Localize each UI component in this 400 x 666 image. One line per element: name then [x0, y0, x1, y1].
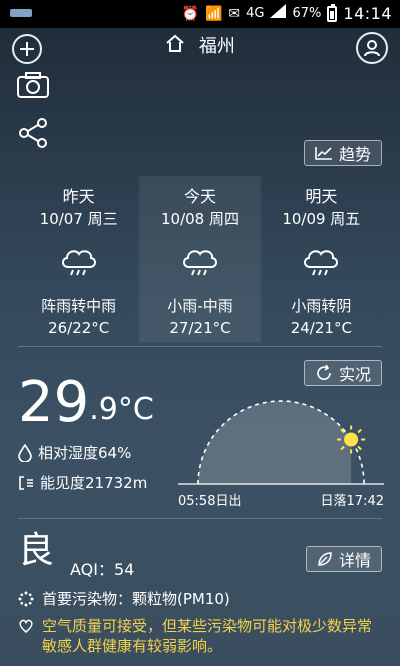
- notification-icon: [10, 5, 32, 17]
- leaf-icon: [318, 552, 332, 566]
- detail-label: 详情: [338, 551, 371, 570]
- temp-decimal: .9°C: [89, 392, 154, 427]
- rain-cloud-icon: [304, 250, 339, 276]
- divider: [18, 518, 382, 519]
- pollutant-text: 首要污染物：颗粒物(PM10): [42, 590, 230, 608]
- trend-chart-icon: [315, 147, 332, 160]
- day-temp: 24/21°C: [290, 319, 352, 337]
- battery-icon: [327, 3, 338, 22]
- advice-text: 空气质量可接受，但某些污染物可能对极少数异常敏感人群健康有较弱影响。: [42, 617, 373, 655]
- particles-icon: [18, 591, 34, 606]
- visibility-icon: [19, 475, 33, 490]
- live-label: 实况: [338, 365, 371, 384]
- mail-icon: ✉: [228, 5, 241, 22]
- camera-button[interactable]: [16, 72, 50, 102]
- detail-button[interactable]: 详情: [305, 546, 382, 572]
- forecast-yesterday[interactable]: 昨天 10/07 周三 阵雨转中雨 26/22°C: [18, 176, 139, 342]
- primary-pollutant-row: 首要污染物：颗粒物(PM10): [18, 588, 230, 609]
- day-condition: 小雨-中雨: [167, 297, 233, 315]
- droplet-icon: [18, 443, 32, 462]
- status-bar: ⏰ 📶 ✉ 4G 67% 14:14: [0, 0, 400, 28]
- day-date: 10/08 周四: [160, 210, 239, 228]
- day-name: 昨天: [62, 187, 95, 206]
- live-button[interactable]: 实况: [303, 360, 382, 386]
- air-quality-level: 良: [18, 530, 55, 571]
- divider: [18, 346, 382, 347]
- clock: 14:14: [343, 3, 392, 23]
- signal-icon: [270, 4, 287, 23]
- alarm-icon: ⏰: [181, 5, 199, 22]
- forecast-tomorrow[interactable]: 明天 10/09 周五 小雨转阴 24/21°C: [261, 176, 382, 342]
- trend-button[interactable]: 趋势: [303, 140, 382, 166]
- day-date: 10/09 周五: [282, 210, 361, 228]
- day-condition: 小雨转阴: [291, 297, 352, 315]
- temp-integer: 29: [18, 370, 90, 435]
- share-icon: [19, 118, 47, 148]
- wifi-icon: 📶: [204, 5, 223, 22]
- visibility-text: 能见度21732m: [40, 474, 148, 492]
- day-condition: 阵雨转中雨: [41, 297, 117, 315]
- rain-cloud-icon: [61, 250, 96, 276]
- current-temperature: 29 .9°C: [18, 368, 154, 434]
- sunset-time: 日落17:42: [320, 494, 384, 509]
- home-icon: [165, 34, 185, 60]
- camera-icon: [17, 72, 49, 98]
- sun-path-elapsed: [197, 400, 352, 484]
- trend-label: 趋势: [338, 145, 371, 164]
- day-name: 明天: [305, 187, 338, 206]
- share-button[interactable]: [18, 118, 48, 152]
- day-date: 10/07 周三: [39, 210, 118, 228]
- sun-times: 05:58日出 日落17:42: [178, 490, 384, 510]
- day-temp: 26/22°C: [48, 319, 110, 337]
- user-icon: [364, 40, 380, 57]
- day-name: 今天: [183, 187, 216, 206]
- heart-icon: [19, 619, 33, 633]
- city-header[interactable]: 福州: [0, 34, 400, 60]
- city-name: 福州: [198, 36, 235, 57]
- battery-percent: 67%: [292, 5, 322, 21]
- network-type: 4G: [246, 5, 265, 21]
- health-advice: 空气质量可接受，但某些污染物可能对极少数异常敏感人群健康有较弱影响。: [18, 616, 384, 656]
- day-temp: 27/21°C: [169, 319, 231, 337]
- humidity-text: 相对湿度64%: [38, 444, 132, 462]
- visibility-row: 能见度21732m: [18, 472, 147, 493]
- forecast-today[interactable]: 今天 10/08 周四 小雨-中雨 27/21°C: [139, 176, 261, 342]
- refresh-icon: [317, 364, 331, 380]
- rain-cloud-icon: [182, 250, 217, 276]
- user-button[interactable]: [356, 32, 388, 64]
- humidity-row: 相对湿度64%: [18, 442, 131, 463]
- forecast-row: 昨天 10/07 周三 阵雨转中雨 26/22°C 今天 10/08 周四 小雨…: [18, 176, 382, 342]
- sunrise-time: 05:58日出: [178, 494, 242, 509]
- aqi-value: AQI：54: [70, 560, 135, 579]
- sun-path-graphic: [178, 400, 384, 485]
